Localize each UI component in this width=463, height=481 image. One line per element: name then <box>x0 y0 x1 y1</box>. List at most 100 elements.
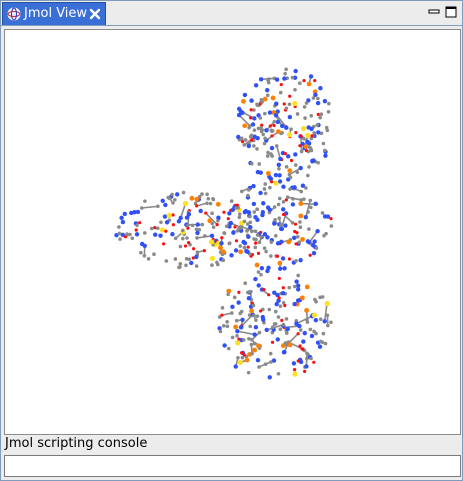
atom <box>275 337 280 342</box>
atom <box>295 298 301 303</box>
atom <box>299 198 304 202</box>
molecule-structure[interactable] <box>5 30 460 434</box>
atom <box>205 201 209 206</box>
atom <box>222 231 226 235</box>
atom <box>138 221 142 225</box>
atom <box>262 96 268 102</box>
atom <box>287 285 292 290</box>
atom <box>228 220 234 226</box>
maximize-icon[interactable] <box>444 5 458 19</box>
atom <box>134 232 140 237</box>
atom <box>308 146 313 151</box>
atom <box>303 116 307 120</box>
molecule-viewer-canvas[interactable] <box>4 29 461 435</box>
atom <box>320 340 325 345</box>
atom <box>255 169 261 175</box>
atom <box>224 224 229 229</box>
atom <box>299 149 304 154</box>
atom <box>230 311 234 315</box>
atom <box>252 210 257 214</box>
atom <box>294 242 298 246</box>
atom <box>292 284 297 289</box>
atom <box>309 114 314 118</box>
atom <box>277 166 281 171</box>
atom <box>182 200 189 207</box>
atom <box>256 126 261 131</box>
atom <box>282 102 286 106</box>
atom <box>246 143 251 149</box>
atom <box>239 136 244 141</box>
atom <box>218 245 223 251</box>
atom <box>276 371 281 376</box>
atom <box>233 248 239 253</box>
atom <box>245 290 250 295</box>
atom <box>292 235 297 241</box>
atom <box>181 236 185 241</box>
atom <box>301 125 307 132</box>
atom <box>269 180 274 184</box>
atom <box>306 173 310 178</box>
atom <box>232 295 237 300</box>
tab-jmol-view[interactable]: Jmol View <box>2 2 106 25</box>
atom <box>146 257 151 261</box>
atom <box>269 240 274 244</box>
atom <box>230 335 235 340</box>
atom <box>318 115 323 120</box>
atom <box>325 323 330 328</box>
atom <box>322 319 327 324</box>
atom <box>234 318 239 323</box>
atom <box>275 119 281 125</box>
atom <box>292 371 298 377</box>
atom <box>302 330 307 336</box>
atom <box>291 361 297 366</box>
atom <box>194 264 199 268</box>
atom <box>253 83 259 88</box>
atom <box>287 168 293 173</box>
atom <box>293 222 298 226</box>
atom <box>298 344 302 348</box>
minimize-icon[interactable] <box>427 5 441 19</box>
atom <box>259 266 265 271</box>
atom <box>267 307 272 312</box>
atom <box>198 208 203 214</box>
close-icon[interactable] <box>89 8 101 20</box>
atom <box>313 201 319 206</box>
atom <box>256 251 261 255</box>
atom <box>296 273 300 278</box>
atom <box>256 283 261 288</box>
atom <box>294 279 299 284</box>
atom <box>265 235 270 240</box>
atom <box>273 180 279 186</box>
atom <box>298 328 303 332</box>
atom <box>303 215 308 220</box>
atom <box>314 331 318 336</box>
atom <box>249 133 254 138</box>
atom <box>142 231 147 235</box>
atom <box>268 351 273 356</box>
atom <box>243 138 248 142</box>
atom <box>284 165 289 169</box>
atom <box>311 251 317 256</box>
atom <box>269 152 273 156</box>
script-console-input[interactable] <box>4 455 461 477</box>
atom <box>233 324 239 330</box>
atom <box>274 101 279 106</box>
atom <box>325 313 330 318</box>
atom <box>259 272 263 277</box>
atom <box>163 202 168 208</box>
atom <box>298 165 303 171</box>
atom <box>275 254 280 258</box>
atom <box>264 87 270 93</box>
atom <box>294 321 299 326</box>
atom <box>274 301 279 307</box>
atom <box>171 213 175 217</box>
atom <box>278 90 283 95</box>
atom <box>316 112 320 117</box>
atom <box>293 68 298 74</box>
atom <box>206 196 211 201</box>
atom <box>240 317 245 323</box>
atom <box>222 210 226 214</box>
atom <box>142 243 147 249</box>
atom <box>262 141 267 146</box>
atom <box>236 300 241 305</box>
